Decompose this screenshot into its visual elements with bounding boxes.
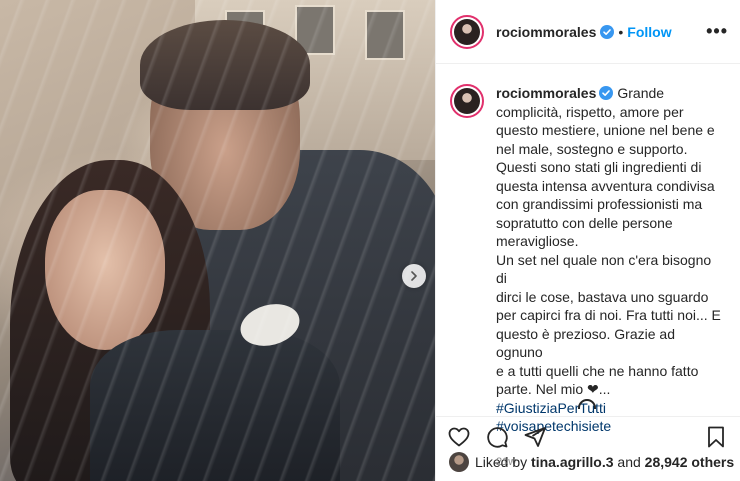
- verified-badge-icon: [599, 86, 614, 100]
- caption-line: questo mestiere, unione nel bene e: [496, 122, 715, 138]
- next-arrow-icon: [411, 271, 417, 281]
- verified-badge-icon: [600, 24, 615, 39]
- liker-username[interactable]: tina.agrillo.3: [531, 454, 613, 470]
- caption-line: sopratutto con delle persone: [496, 214, 673, 231]
- action-bar: [435, 416, 740, 456]
- loading-spinner-icon: [578, 399, 596, 409]
- comment-icon: [487, 426, 508, 448]
- header-separator: •: [618, 23, 624, 40]
- likes-count[interactable]: 28,942 others: [645, 454, 735, 470]
- caption-line: parte. Nel mio ❤...: [496, 381, 611, 397]
- caption-line: questo è prezioso. Grazie ad ognuno: [496, 325, 675, 361]
- caption-line: per capirci fra di noi. Fra tutti noi...…: [496, 307, 721, 323]
- caption-line: Grande: [617, 85, 665, 101]
- follow-button[interactable]: Follow: [627, 24, 671, 40]
- caption-line: Questi sono stati gli ingredienti di: [496, 159, 702, 175]
- share-icon: [524, 426, 546, 447]
- caption-username[interactable]: rociommorales: [496, 85, 596, 101]
- caption-line: questa intensa avventura condivisa: [496, 177, 715, 194]
- caption-line: e a tutti quelli che ne hanno fatto: [496, 362, 699, 379]
- likes-summary: Liked by tina.agrillo.3 and 28,942 other…: [449, 452, 734, 472]
- caption-line: con grandissimi professionisti ma: [496, 196, 703, 212]
- comment-button[interactable]: [485, 425, 509, 449]
- caption-line: Un set nel quale non c'era bisogno di: [496, 251, 712, 287]
- author-username[interactable]: rociommorales: [496, 24, 596, 40]
- caption-avatar[interactable]: [450, 84, 484, 118]
- post-photo[interactable]: [0, 0, 435, 481]
- caption-block: rociommorales Grande complicità, rispetto…: [436, 64, 740, 436]
- save-button[interactable]: [704, 425, 728, 449]
- like-button[interactable]: [447, 425, 471, 449]
- likes-prefix: Liked by: [475, 454, 528, 470]
- bookmark-icon: [708, 426, 724, 447]
- next-photo-button[interactable]: [402, 264, 426, 288]
- likes-middle: and: [617, 454, 641, 470]
- share-button[interactable]: [523, 425, 547, 449]
- more-options-button[interactable]: •••: [706, 21, 728, 42]
- caption-line: complicità, rispetto, amore per: [496, 103, 684, 120]
- post-header: rociommorales • Follow •••: [436, 0, 740, 64]
- caption-line: nel male, sostegno e supporto.: [496, 140, 688, 157]
- sun-rays: [0, 0, 435, 481]
- caption-line: dirci le cose, bastava uno sguardo: [496, 288, 709, 305]
- caption-line: meravigliose.: [496, 233, 579, 249]
- heart-icon: [448, 427, 470, 446]
- liker-avatar[interactable]: [449, 452, 469, 472]
- author-avatar[interactable]: [450, 14, 484, 49]
- caption-text: rociommorales Grande complicità, rispetto…: [496, 84, 722, 436]
